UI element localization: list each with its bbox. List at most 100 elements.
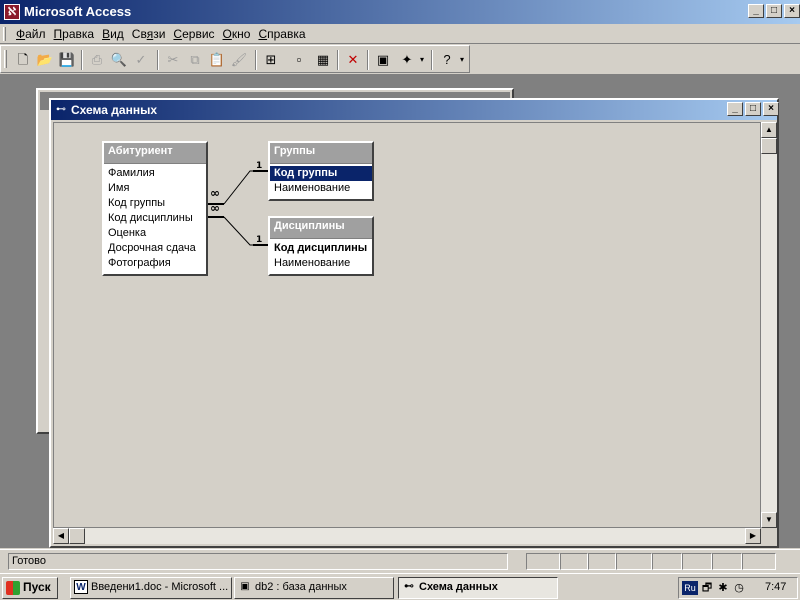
taskbar-word-document[interactable]: W Введени1.doc - Microsoft ...: [70, 577, 232, 599]
app-titlebar: ℵ Microsoft Access _ □ ×: [0, 0, 800, 24]
cut-icon[interactable]: ✂: [163, 50, 183, 70]
taskbar-database[interactable]: ▣ db2 : база данных: [234, 577, 394, 599]
menu-tools[interactable]: Сервис: [169, 27, 218, 41]
delete-icon[interactable]: ✕: [343, 50, 363, 70]
relationships-window-title: Схема данных: [71, 103, 157, 117]
menu-bar: Файл Правка Вид Связи Сервис Окно Справк…: [0, 24, 800, 44]
taskbar-relationships[interactable]: ⊷ Схема данных: [398, 577, 558, 599]
open-icon[interactable]: 📂: [35, 50, 55, 70]
table-title[interactable]: Группы: [270, 143, 372, 163]
relationships-window: ⊷ Схема данных _ □ × ∞ ∞ 1 1 Абитуриент …: [49, 98, 779, 548]
database-icon: ▣: [240, 581, 250, 592]
paste-icon[interactable]: 📋: [207, 50, 227, 70]
status-panel: [712, 553, 742, 570]
status-panel: [742, 553, 776, 570]
task-label: Схема данных: [419, 581, 498, 593]
new-icon[interactable]: 🗋: [13, 50, 33, 70]
relationships-close-button[interactable]: ×: [763, 102, 779, 116]
clock[interactable]: 7:47: [765, 581, 786, 593]
database-window-icon[interactable]: ▣: [373, 50, 393, 70]
toolbar-grip[interactable]: [4, 50, 7, 68]
toolbar-separator: [367, 50, 369, 70]
tray-clock-icon[interactable]: ◷: [732, 581, 746, 595]
system-tray: Ru 🗗 ✱ ◷ 7:47: [678, 577, 798, 599]
format-painter-icon[interactable]: 🖌: [229, 50, 249, 70]
show-table-icon[interactable]: ⊞: [261, 50, 281, 70]
menu-view[interactable]: Вид: [98, 27, 128, 41]
vertical-scroll-thumb[interactable]: [761, 138, 777, 154]
copy-icon[interactable]: ⧉: [185, 50, 205, 70]
help-dropdown-icon[interactable]: ▾: [457, 50, 467, 70]
table-abiturient[interactable]: Абитуриент Фамилия Имя Код группы Код ди…: [102, 141, 208, 276]
relationships-maximize-button[interactable]: □: [745, 102, 761, 116]
new-object-icon[interactable]: ✦: [397, 50, 417, 70]
direct-relationships-icon[interactable]: ▫: [289, 50, 309, 70]
status-text: Готово: [8, 553, 508, 570]
field-ocenka[interactable]: Оценка: [104, 226, 206, 241]
scroll-right-arrow-icon[interactable]: ▶: [745, 528, 761, 544]
relationships-canvas[interactable]: ∞ ∞ 1 1 Абитуриент Фамилия Имя Код групп…: [53, 122, 761, 528]
horizontal-scroll-thumb[interactable]: [69, 528, 85, 544]
relationships-minimize-button[interactable]: _: [727, 102, 743, 116]
field-naimenovanie[interactable]: Наименование: [270, 256, 372, 271]
toolbar-separator: [255, 50, 257, 70]
table-gruppy[interactable]: Группы Код группы Наименование: [268, 141, 374, 201]
tray-app-icon[interactable]: 🗗: [700, 581, 714, 595]
scroll-up-arrow-icon[interactable]: ▲: [761, 122, 777, 138]
field-imya[interactable]: Имя: [104, 181, 206, 196]
menu-relationships[interactable]: Связи: [128, 27, 170, 41]
print-icon[interactable]: ⎙: [87, 50, 107, 70]
table-title[interactable]: Абитуриент: [104, 143, 206, 163]
menu-help[interactable]: Справка: [254, 27, 309, 41]
save-icon[interactable]: 💾: [57, 50, 77, 70]
language-indicator[interactable]: Ru: [682, 581, 698, 595]
relationships-icon: ⊷: [404, 581, 414, 592]
field-kod-discipliny-key[interactable]: Код дисциплины: [270, 241, 372, 256]
status-panel: [526, 553, 560, 570]
print-preview-icon[interactable]: 🔍: [109, 50, 129, 70]
windows-logo-icon: [6, 581, 20, 595]
table-title[interactable]: Дисциплины: [270, 218, 372, 238]
field-dosrochnaya-sdacha[interactable]: Досрочная сдача: [104, 241, 206, 256]
menu-edit[interactable]: Правка: [50, 27, 99, 41]
toolbar-separator: [81, 50, 83, 70]
one-symbol: 1: [256, 235, 262, 245]
scroll-left-arrow-icon[interactable]: ◀: [53, 528, 69, 544]
toolbar: 🗋 📂 💾 ⎙ 🔍 ✓ ✂ ⧉ 📋 🖌 ⊞ ▫ ▦ ✕ ▣ ✦ ▾ ? ▾: [0, 45, 470, 73]
menu-file[interactable]: Файл: [12, 27, 50, 41]
field-fotografiya[interactable]: Фотография: [104, 256, 206, 271]
access-app-icon[interactable]: ℵ: [4, 4, 20, 20]
horizontal-scrollbar[interactable]: ◀ ▶: [53, 528, 761, 544]
app-title: Microsoft Access: [24, 4, 132, 19]
field-kod-gruppy[interactable]: Код группы: [104, 196, 206, 211]
status-panel: [560, 553, 588, 570]
field-kod-discipliny[interactable]: Код дисциплины: [104, 211, 206, 226]
one-symbol: 1: [256, 161, 262, 171]
maximize-button[interactable]: □: [766, 4, 782, 18]
toolbar-separator: [157, 50, 159, 70]
help-icon[interactable]: ?: [437, 50, 457, 70]
all-relationships-icon[interactable]: ▦: [313, 50, 333, 70]
start-button[interactable]: Пуск: [2, 577, 58, 599]
relationships-icon[interactable]: ⊷: [54, 103, 68, 117]
status-panel: [682, 553, 712, 570]
status-bar: Готово: [0, 549, 800, 571]
menubar-grip[interactable]: [3, 27, 6, 41]
vertical-scrollbar[interactable]: ▲ ▼: [761, 122, 777, 528]
status-panel: [652, 553, 682, 570]
close-button[interactable]: ×: [784, 4, 800, 18]
new-object-dropdown-icon[interactable]: ▾: [417, 50, 427, 70]
tray-bug-icon[interactable]: ✱: [716, 581, 730, 595]
table-discipliny[interactable]: Дисциплины Код дисциплины Наименование: [268, 216, 374, 276]
field-kod-gruppy-key[interactable]: Код группы: [270, 166, 372, 181]
status-panel: [588, 553, 616, 570]
scroll-down-arrow-icon[interactable]: ▼: [761, 512, 777, 528]
field-familiya[interactable]: Фамилия: [104, 166, 206, 181]
spell-check-icon[interactable]: ✓: [131, 50, 151, 70]
taskbar: Пуск W Введени1.doc - Microsoft ... ▣ db…: [0, 573, 800, 600]
menu-window[interactable]: Окно: [219, 27, 255, 41]
field-naimenovanie[interactable]: Наименование: [270, 181, 372, 196]
relationships-window-titlebar[interactable]: ⊷ Схема данных _ □ ×: [51, 100, 779, 120]
start-label: Пуск: [23, 580, 51, 594]
minimize-button[interactable]: _: [748, 4, 764, 18]
